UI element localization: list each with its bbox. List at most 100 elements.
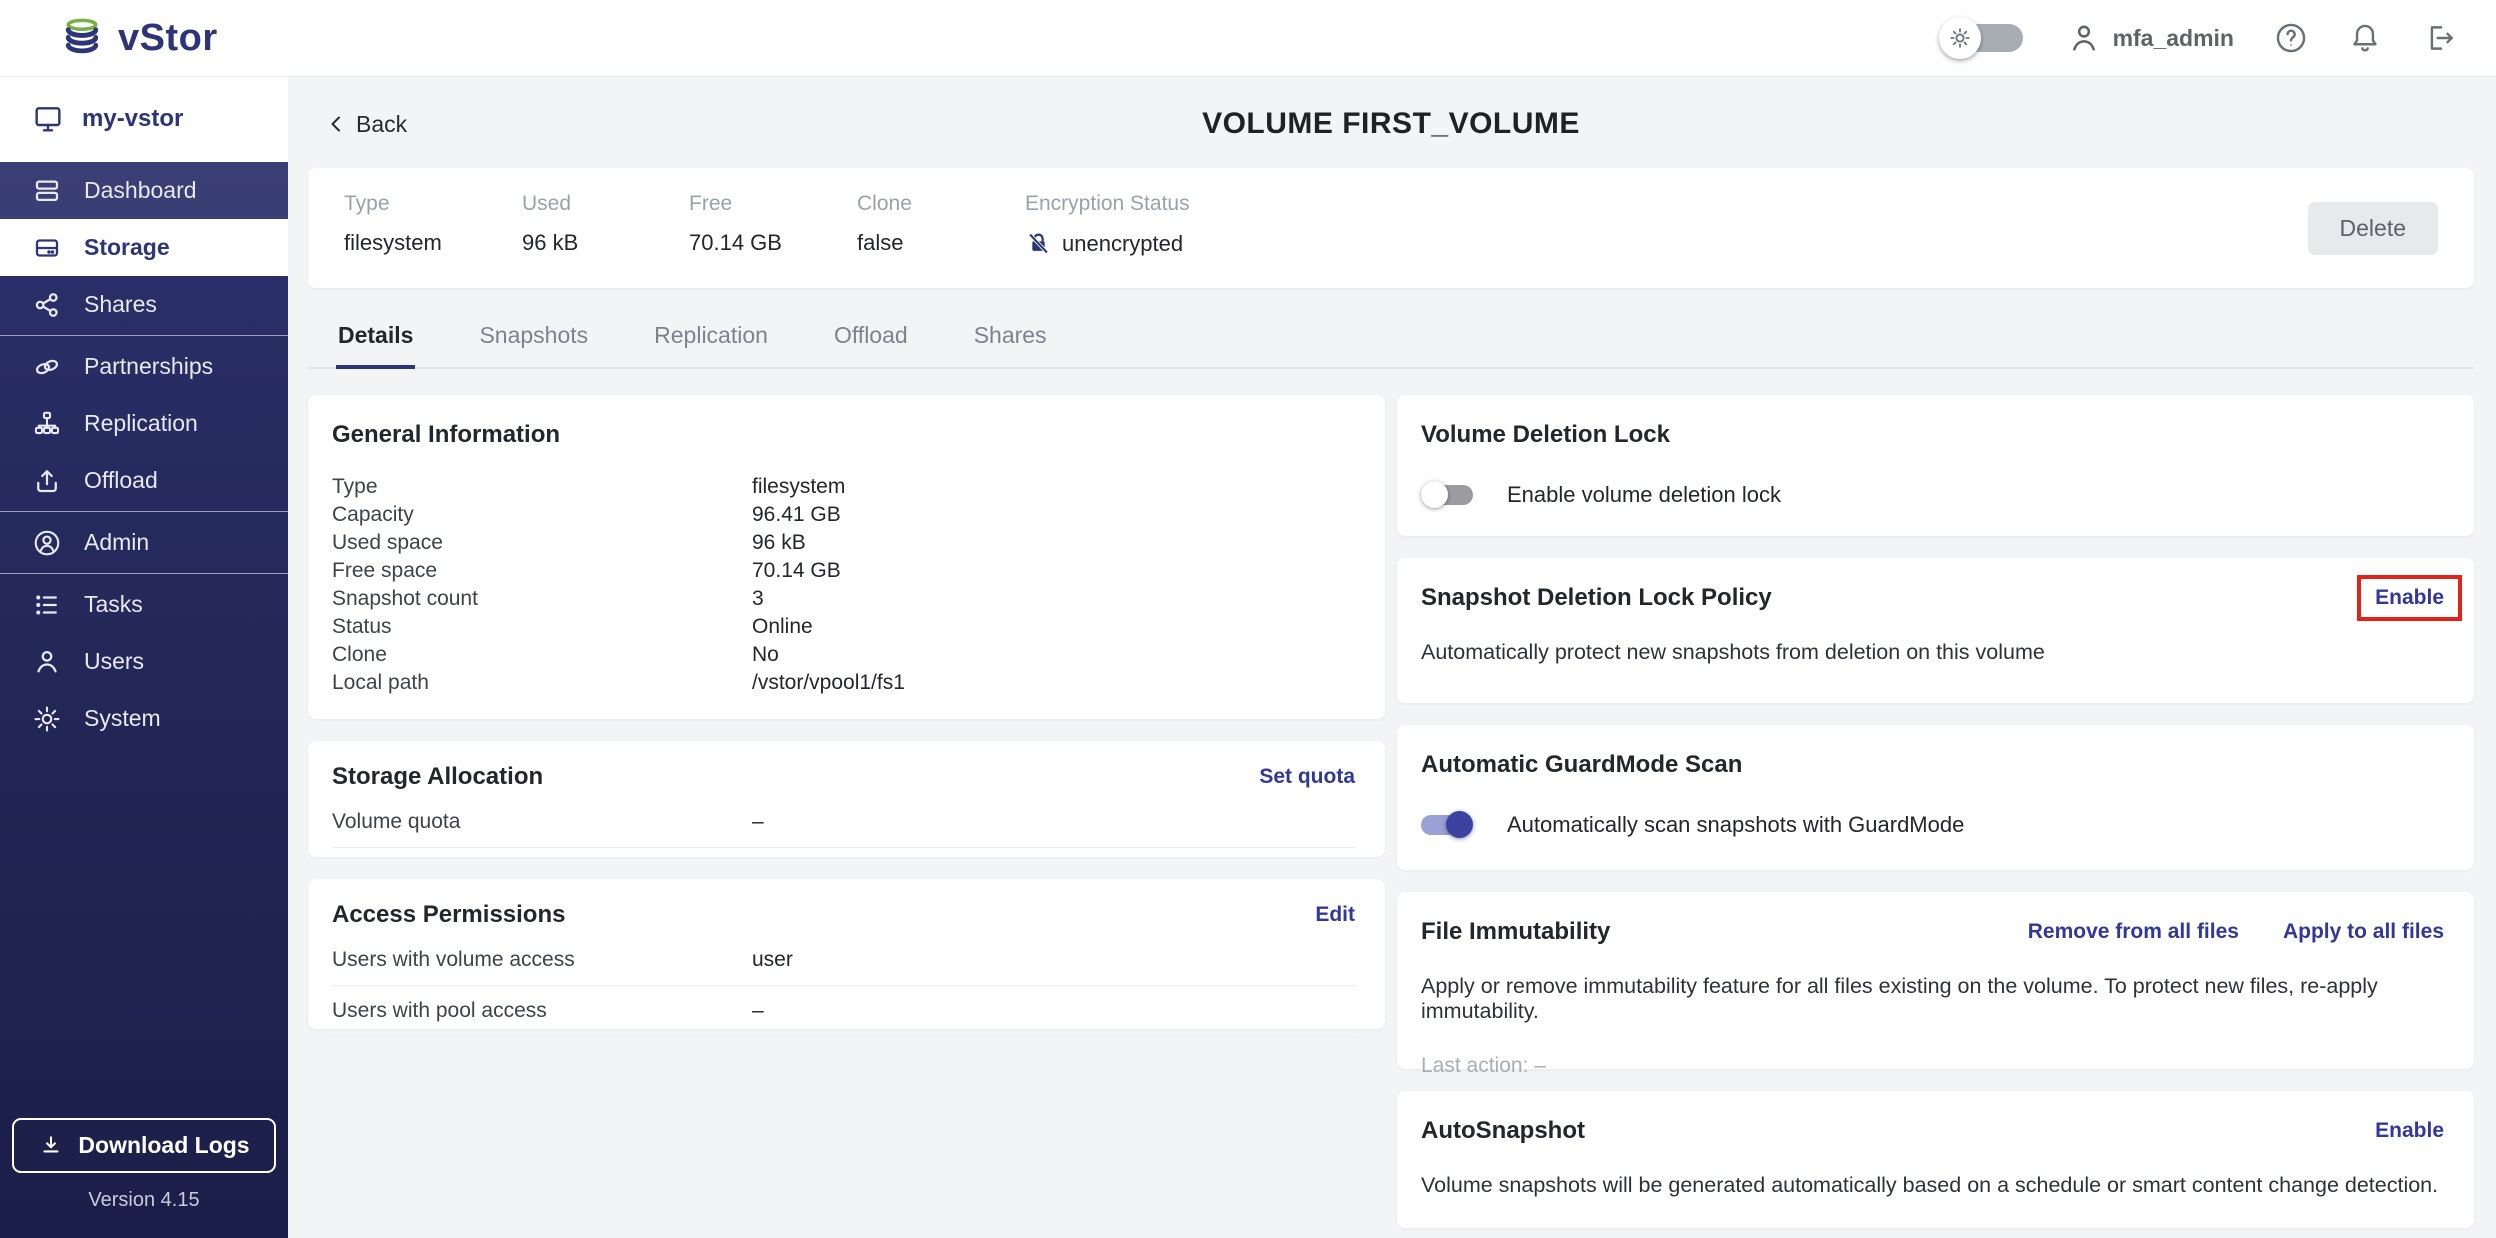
sidebar-item-system[interactable]: System <box>0 690 288 747</box>
summary-value: false <box>857 230 904 255</box>
info-row: Users with pool access – <box>332 986 1355 1037</box>
card-title: General Information <box>332 421 561 448</box>
app-window: vStor mfa_admin my-vstor Dashboard Stora… <box>0 0 2496 1238</box>
summary-field-free: Free 70.14 GB <box>689 192 857 256</box>
sidebar-hostname[interactable]: my-vstor <box>0 76 288 162</box>
file-immutability-card: File Immutability Remove from all files … <box>1397 892 2474 1077</box>
tab-snapshots[interactable]: Snapshots <box>477 312 590 369</box>
right-column: Volume Deletion Lock Enable volume delet… <box>1397 395 2474 1228</box>
toggle-knob <box>1446 811 1473 838</box>
sidebar-item-label: Storage <box>84 234 170 260</box>
card-title: Access Permissions <box>332 901 566 928</box>
users-icon <box>37 650 57 672</box>
tab-shares[interactable]: Shares <box>972 312 1049 369</box>
info-row: Snapshot count 3 <box>332 587 764 610</box>
sidebar-item-partnerships[interactable]: Partnerships <box>0 338 288 395</box>
annotation-highlight-box: Enable <box>2357 575 2462 621</box>
volume-tabs: Details Snapshots Replication Offload Sh… <box>308 312 2474 369</box>
sidebar: my-vstor Dashboard Storage Shares Partne… <box>0 76 288 1238</box>
card-title: Snapshot Deletion Lock Policy <box>1421 584 1772 611</box>
sidebar-item-admin[interactable]: Admin <box>0 514 288 571</box>
card-title: Storage Allocation <box>332 763 544 790</box>
sidebar-item-label: Partnerships <box>84 353 214 379</box>
help-icon[interactable] <box>2274 21 2308 55</box>
download-icon <box>43 1135 59 1152</box>
storage-allocation-card: Storage Allocation Set quota Volume quot… <box>308 741 1385 857</box>
replication-tree-icon <box>34 411 60 434</box>
automatic-guardmode-scan-card: Automatic GuardMode Scan Automatically s… <box>1397 725 2474 870</box>
sidebar-separator <box>0 573 288 574</box>
enable-snapshot-lock-link[interactable]: Enable <box>2375 586 2444 609</box>
sidebar-item-shares[interactable]: Shares <box>0 276 288 333</box>
sidebar-item-tasks[interactable]: Tasks <box>0 576 288 633</box>
sidebar-item-label: Admin <box>84 529 150 555</box>
left-column: General Information Type filesystem Capac… <box>308 395 1385 1037</box>
sidebar-item-offload[interactable]: Offload <box>0 452 288 509</box>
info-row: Clone No <box>332 643 779 666</box>
main-content: VOLUME FIRST_VOLUME Back Type filesystem… <box>288 76 2496 1238</box>
enable-autosnapshot-link[interactable]: Enable <box>2375 1119 2444 1143</box>
sidebar-item-dashboard[interactable]: Dashboard <box>0 162 288 219</box>
sidebar-item-label: Replication <box>84 410 198 436</box>
admin-icon <box>34 530 60 555</box>
card-description: Apply or remove immutability feature for… <box>1421 974 2378 1023</box>
snapshot-deletion-lock-policy-card: Snapshot Deletion Lock Policy Enable Aut… <box>1397 558 2474 703</box>
toggle-knob <box>1421 481 1448 508</box>
info-row: Volume quota – <box>332 797 1355 848</box>
general-information-card: General Information Type filesystem Capac… <box>308 395 1385 719</box>
summary-field-used: Used 96 kB <box>522 192 689 256</box>
card-description: Automatically protect new snapshots from… <box>1421 640 2045 664</box>
guardmode-scan-toggle[interactable] <box>1421 811 1473 838</box>
summary-field-type: Type filesystem <box>344 192 522 256</box>
sidebar-item-replication[interactable]: Replication <box>0 395 288 452</box>
page-top-bar: VOLUME FIRST_VOLUME Back <box>308 98 2474 150</box>
summary-value: 70.14 GB <box>689 230 782 255</box>
apply-to-all-files-link[interactable]: Apply to all files <box>2283 920 2444 944</box>
tab-details[interactable]: Details <box>336 312 416 369</box>
access-permissions-card: Access Permissions Edit Users with volum… <box>308 879 1385 1037</box>
sidebar-separator <box>0 511 288 512</box>
sidebar-item-label: Users <box>84 648 145 674</box>
info-row: Users with volume access user <box>332 935 1355 986</box>
summary-field-clone: Clone false <box>857 192 1025 256</box>
header-controls: mfa_admin <box>1938 16 2456 60</box>
volume-deletion-lock-toggle[interactable] <box>1421 481 1473 508</box>
sidebar-item-storage[interactable]: Storage <box>0 219 288 276</box>
notifications-bell-icon[interactable] <box>2348 21 2382 55</box>
card-title: Volume Deletion Lock <box>1421 421 1670 448</box>
general-information-rows: Type filesystem Capacity 96.41 GB Used spa… <box>332 473 1355 697</box>
user-menu[interactable]: mfa_admin <box>2067 21 2234 55</box>
summary-label: Used <box>522 192 572 215</box>
vstor-logo: vStor <box>60 16 218 60</box>
download-logs-button[interactable]: Download Logs <box>12 1118 276 1173</box>
summary-label: Type <box>344 192 390 215</box>
user-icon <box>2072 25 2095 51</box>
tab-offload[interactable]: Offload <box>832 312 910 369</box>
edit-permissions-link[interactable]: Edit <box>1315 903 1355 927</box>
theme-toggle[interactable] <box>1938 16 2027 60</box>
set-quota-link[interactable]: Set quota <box>1259 765 1355 789</box>
top-header: vStor mfa_admin <box>0 0 2496 76</box>
delete-volume-button[interactable]: Delete <box>2307 201 2438 255</box>
encryption-status-text: unencrypted <box>1062 230 1184 256</box>
sidebar-item-users[interactable]: Users <box>0 633 288 690</box>
logo-text: vStor <box>118 16 218 59</box>
tab-replication[interactable]: Replication <box>652 312 770 369</box>
sidebar-separator <box>0 335 288 336</box>
page-title: VOLUME FIRST_VOLUME <box>1202 107 1580 140</box>
summary-value: filesystem <box>344 230 442 255</box>
info-row: Local path/vstor/vpool1/fs1 <box>332 671 905 694</box>
theme-toggle-knob <box>1938 17 1981 59</box>
monitor-icon <box>35 107 61 132</box>
share-icon <box>35 292 58 317</box>
info-row: Free space 70.14 GB <box>332 559 841 582</box>
info-row: Capacity 96.41 GB <box>332 503 841 526</box>
tasks-list-icon <box>36 595 57 614</box>
unencrypted-lock-slash-icon <box>1028 233 1049 254</box>
hostname-label: my-vstor <box>82 105 184 132</box>
sidebar-item-label: Shares <box>84 291 157 317</box>
sidebar-nav: Dashboard Storage Shares Partnerships Re… <box>0 162 288 1238</box>
logout-icon[interactable] <box>2422 21 2456 55</box>
remove-from-all-files-link[interactable]: Remove from all files <box>2028 920 2239 944</box>
volume-summary-card: Type filesystem Used 96 kB Free 70.14 GB… <box>308 168 2474 288</box>
